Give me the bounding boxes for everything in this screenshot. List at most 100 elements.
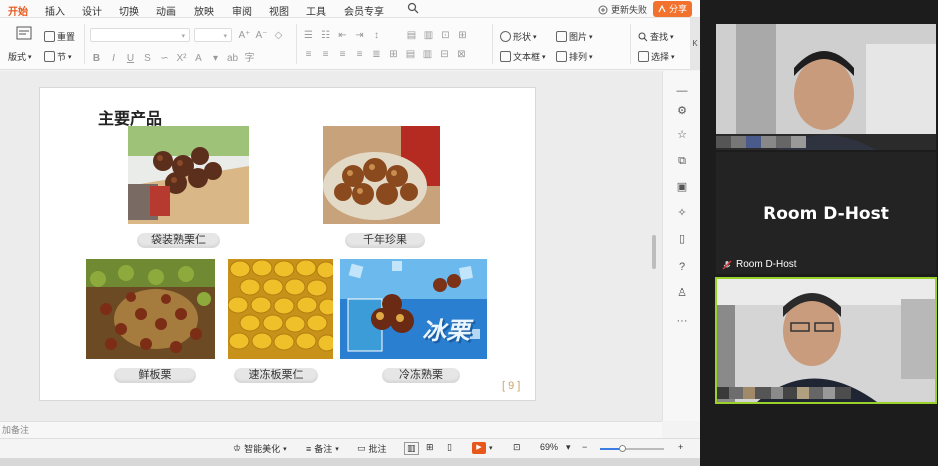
select-label: 选择 [651,52,670,62]
ribbon-scroll-right[interactable]: K [690,18,700,70]
notes-area[interactable]: 加备注 [0,421,662,438]
search-icon[interactable] [407,2,419,14]
ribbon-toolbar: 版式 ▾ 重置 节 ▾ ▾ ▾ A⁺ A⁻ ◇ B I U S ∽ X² A ▾ ab 字 ☰ ☷ ⇤ ⇥ ↕ ≡… [0,18,690,70]
participant-video-frame [716,24,936,150]
collapse-icon[interactable]: — [676,85,688,97]
slide-canvas[interactable]: 主要产品 冰栗 袋装熟栗仁 千年珍果 鲜板栗 速冻板栗仁 冷冻熟栗 [9] [39,87,536,401]
tab-slideshow[interactable]: 放映 [194,3,214,18]
font-format-buttons[interactable]: B I U S ∽ X² A ▾ ab 字 [88,49,258,64]
fit-window-icon[interactable]: ⊡ [513,442,521,453]
tab-member[interactable]: 会员专享 [344,3,384,18]
tab-design[interactable]: 设计 [82,3,102,18]
font-family-select[interactable]: ▾ [90,28,190,42]
tab-home[interactable]: 开始 [8,3,28,21]
shirt-icon[interactable]: ♙ [676,287,688,299]
zoom-out-button[interactable]: − [582,442,587,452]
vertical-scrollbar[interactable] [650,90,658,420]
image-edit-icon[interactable]: ▣ [676,181,688,193]
slide-page-number: [ 9 ] [502,380,521,392]
caption-treasure[interactable]: 千年珍果 [345,233,425,248]
section-button[interactable]: 节 ▾ [44,50,72,63]
shape-icon [500,31,511,42]
share-icon [658,5,666,13]
notes-label: 备注 [314,444,333,454]
taskbar-strip [0,458,700,466]
book-icon[interactable]: ▯ [676,233,688,245]
play-slideshow-button[interactable]: ▶ ▾ [472,442,493,454]
more-icon[interactable]: ··· [676,315,688,327]
product-photo-frozen-kernel[interactable] [228,259,333,359]
select-button[interactable]: 选择 ▾ [638,50,675,63]
right-tool-panel: — ⚙ ☆ ⧉ ▣ ✧ ▯ ? ♙ ··· [662,71,700,421]
notes-button[interactable]: ≡ 备注 ▾ [306,442,339,455]
find-button[interactable]: 查找 ▾ [638,30,674,43]
reset-button[interactable]: 重置 [44,30,75,43]
update-status-button[interactable]: 更新失败 [598,3,647,16]
arrange-button[interactable]: 排列 ▾ [556,50,593,63]
tab-animation[interactable]: 动画 [156,3,176,18]
caption-frozen-kernel[interactable]: 速冻板栗仁 [234,368,318,383]
product-photo-treasure[interactable] [323,126,440,224]
product-photo-bagged[interactable] [128,126,249,224]
section-label: 节 [57,52,67,62]
product-photo-fresh[interactable] [86,259,215,359]
comment-icon: ▭ [357,443,366,453]
share-button[interactable]: 分享 [653,1,693,17]
caption-bagged[interactable]: 袋装熟栗仁 [137,233,220,248]
zoom-slider-knob[interactable] [619,445,627,452]
align-buttons[interactable]: ≡ ≡ ≡ ≡ ≣ ⊞ ▤ ▥ ⊟ ⊠ [300,49,470,60]
tab-view[interactable]: 视图 [269,3,289,18]
zoom-level[interactable]: 69% [540,442,558,452]
ribbon-divider [84,24,85,64]
active-speaker-video-tile[interactable] [715,277,937,404]
font-size-select[interactable]: ▾ [194,28,232,42]
section-icon [44,51,55,62]
caption-frozen-cooked[interactable]: 冷冻熟栗 [382,368,460,383]
font-size-buttons[interactable]: A⁺ A⁻ ◇ [236,30,287,41]
shape-button[interactable]: 形状 ▾ [500,30,537,43]
participant-video-tile[interactable] [716,24,936,150]
beautify-label: 智能美化 [244,444,281,454]
layout-button[interactable]: 版式 ▾ [8,50,32,63]
screen: 开始 插入 设计 切换 动画 放映 审阅 视图 工具 会员专享 更新失败 分享 … [0,0,938,466]
video-panel: Room D-Host Room D-Host [700,0,938,466]
slide-workspace[interactable]: 主要产品 冰栗 袋装熟栗仁 千年珍果 鲜板栗 速冻板栗仁 冷冻熟栗 [9] [0,71,662,421]
magic-wand-icon[interactable]: ✧ [676,207,688,219]
zoom-in-button[interactable]: + [678,442,683,452]
textbox-icon [500,51,511,62]
image-button[interactable]: 图片 ▾ [556,30,593,43]
tab-review[interactable]: 审阅 [232,3,252,18]
reading-view-icon[interactable]: ▯ [447,442,452,453]
copy-icon[interactable]: ⧉ [676,155,688,167]
tab-insert[interactable]: 插入 [45,3,65,18]
comment-button[interactable]: ▭ 批注 [357,442,387,455]
normal-view-icon[interactable]: ▥ [404,442,419,455]
image-icon [556,31,567,42]
caption-fresh[interactable]: 鲜板栗 [114,368,196,383]
help-icon[interactable]: ? [676,261,688,273]
share-label: 分享 [669,4,688,14]
update-status-label: 更新失败 [611,5,648,15]
grid-view-icon[interactable]: ⊞ [426,442,434,453]
ribbon-divider [492,24,493,64]
settings-sliders-icon[interactable]: ⚙ [676,105,688,117]
muted-microphone-icon [722,260,732,269]
zoom-dropdown-icon[interactable]: ▾ [566,442,571,453]
product-photo-frozen-cooked[interactable]: 冰栗 [340,259,487,359]
list-buttons[interactable]: ☰ ☷ ⇤ ⇥ ↕ [300,30,385,41]
paragraph-buttons[interactable]: ▤ ▥ ⊡ ⊞ [403,30,471,41]
beautify-button[interactable]: ♔ 智能美化 ▾ [233,442,287,455]
scrollbar-thumb[interactable] [652,235,656,269]
host-video-tile[interactable]: Room D-Host [716,152,936,274]
photo-overlay-text: 冰栗 [422,318,470,345]
new-slide-icon[interactable] [16,26,32,40]
tab-tools[interactable]: 工具 [306,3,326,18]
zoom-slider[interactable] [600,445,664,452]
textbox-label: 文本框 [513,52,541,62]
presentation-app: 开始 插入 设计 切换 动画 放映 审阅 视图 工具 会员专享 更新失败 分享 … [0,0,700,466]
status-bar: ♔ 智能美化 ▾ ≡ 备注 ▾ ▭ 批注 ▥ ⊞ ▯ ▶ ▾ ⊡ 69% ▾ − + [0,438,700,458]
textbox-button[interactable]: 文本框 ▾ [500,50,546,63]
tab-transition[interactable]: 切换 [119,3,139,18]
star-icon[interactable]: ☆ [676,129,688,141]
host-name-label: Room D-Host [722,259,797,270]
